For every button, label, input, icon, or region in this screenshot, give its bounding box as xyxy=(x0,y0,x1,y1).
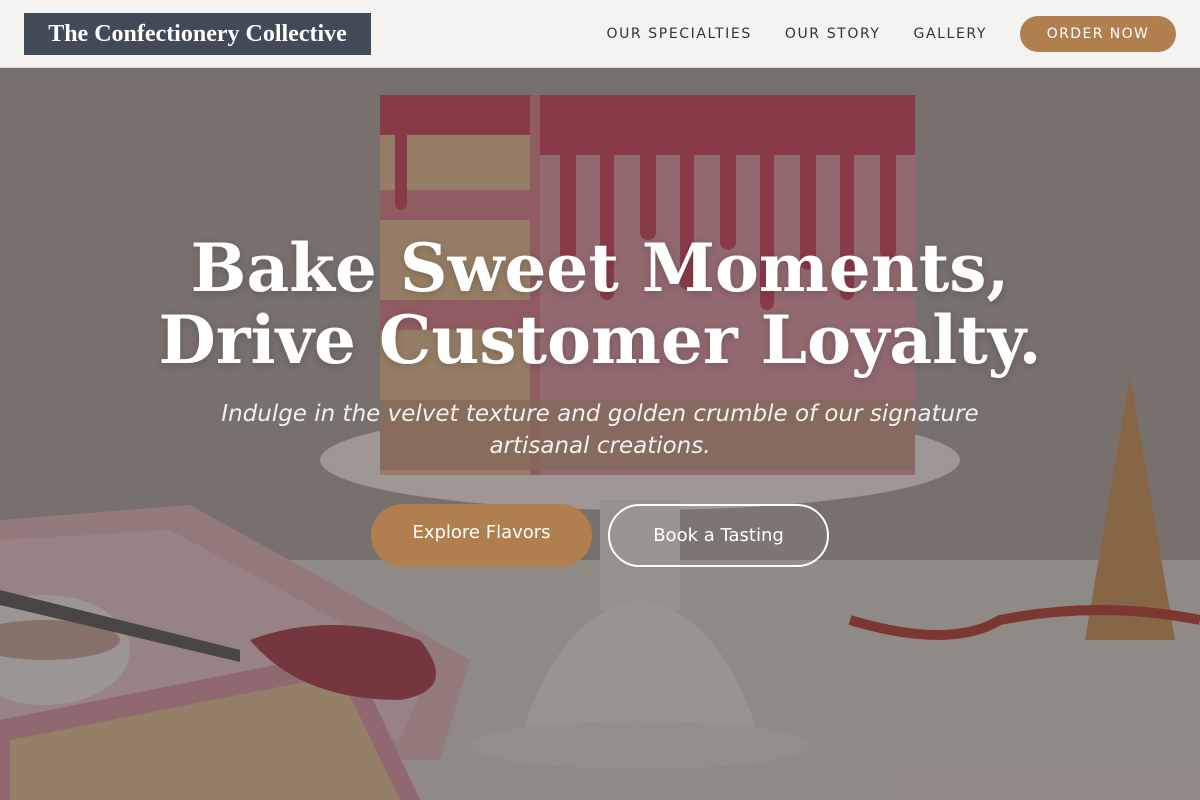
order-now-button[interactable]: ORDER NOW xyxy=(1020,16,1176,52)
hero-subtitle: Indulge in the velvet texture and golden… xyxy=(221,401,979,459)
explore-flavors-button[interactable]: Explore Flavors xyxy=(371,504,592,567)
brand-logo[interactable]: The Confectionery Collective xyxy=(24,13,371,55)
nav-link-gallery[interactable]: GALLERY xyxy=(914,26,987,42)
hero-headline-line-2: Drive Customer Loyalty. xyxy=(158,301,1042,379)
hero-section: The Confectionery Collective OUR SPECIAL… xyxy=(0,0,1200,800)
hero-headline: Bake Sweet Moments, Drive Customer Loyal… xyxy=(0,232,1200,376)
book-tasting-button[interactable]: Book a Tasting xyxy=(608,504,829,567)
hero-headline-line-1: Bake Sweet Moments, xyxy=(190,229,1010,307)
nav-link-our-story[interactable]: OUR STORY xyxy=(785,26,881,42)
top-navbar: The Confectionery Collective OUR SPECIAL… xyxy=(0,0,1200,68)
nav-links: OUR SPECIALTIES OUR STORY GALLERY xyxy=(606,0,987,68)
nav-link-our-specialties[interactable]: OUR SPECIALTIES xyxy=(606,26,751,42)
